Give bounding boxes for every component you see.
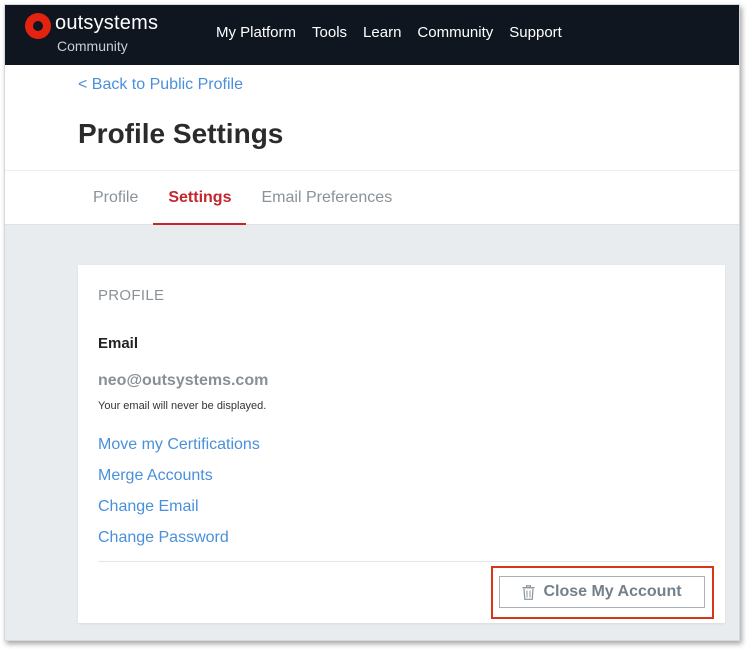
change-email-link[interactable]: Change Email — [98, 498, 260, 529]
nav-item-my-platform[interactable]: My Platform — [216, 24, 296, 41]
change-password-link[interactable]: Change Password — [98, 529, 260, 560]
move-certifications-link[interactable]: Move my Certifications — [98, 436, 260, 467]
card-divider — [98, 561, 712, 562]
account-actions-list: Move my Certifications Merge Accounts Ch… — [98, 436, 260, 560]
nav-item-support[interactable]: Support — [509, 24, 562, 41]
close-account-button[interactable]: Close My Account — [499, 576, 705, 608]
tab-profile[interactable]: Profile — [78, 171, 153, 225]
tab-settings[interactable]: Settings — [153, 171, 247, 225]
browser-frame: outsystems Community My Platform Tools L… — [4, 4, 740, 641]
tab-email-preferences[interactable]: Email Preferences — [246, 171, 407, 225]
brand-name[interactable]: outsystems — [55, 12, 158, 35]
brand-subtitle: Community — [57, 38, 128, 54]
main-nav: My Platform Tools Learn Community Suppor… — [216, 24, 562, 41]
back-to-public-profile-link[interactable]: < Back to Public Profile — [78, 76, 243, 94]
profile-card: PROFILE Email neo@outsystems.com Your em… — [78, 265, 725, 623]
close-account-label: Close My Account — [543, 583, 682, 600]
email-privacy-note: Your email will never be displayed. — [98, 400, 267, 412]
merge-accounts-link[interactable]: Merge Accounts — [98, 467, 260, 498]
nav-item-tools[interactable]: Tools — [312, 24, 347, 41]
page-header: < Back to Public Profile Profile Setting… — [5, 65, 739, 225]
nav-item-learn[interactable]: Learn — [363, 24, 401, 41]
trash-icon — [522, 584, 535, 600]
email-value: neo@outsystems.com — [98, 372, 269, 389]
top-navigation-bar: outsystems Community My Platform Tools L… — [5, 5, 739, 65]
email-label: Email — [98, 335, 139, 352]
page-title: Profile Settings — [78, 118, 284, 149]
settings-tabs: Profile Settings Email Preferences — [78, 171, 407, 225]
outsystems-logo-icon[interactable] — [25, 13, 51, 39]
nav-item-community[interactable]: Community — [417, 24, 493, 41]
card-heading: PROFILE — [98, 287, 165, 304]
